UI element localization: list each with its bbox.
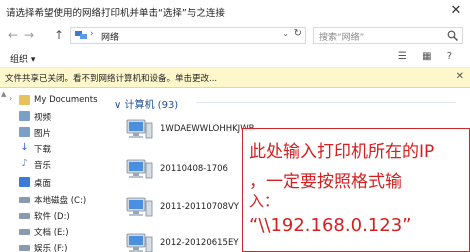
up-arrow-icon[interactable]: ↑ (52, 27, 66, 43)
expand-arrow-icon[interactable]: › (9, 94, 12, 103)
search-input[interactable]: 搜索“网络” (319, 30, 364, 43)
sidebar-item-desktop[interactable]: 桌面 (0, 174, 108, 190)
address-separator: › (90, 29, 94, 39)
sidebar-item-drive-f[interactable]: 娱乐 (F:) (0, 239, 108, 252)
sidebar-item-label: 娱乐 (F:) (34, 244, 68, 252)
navigation-bar: ← → ↑ › 网络 ⌄ ↻ 搜索“网络” (0, 24, 470, 46)
sidebar-item-label: 视频 (34, 113, 52, 123)
search-icon[interactable] (447, 30, 458, 41)
music-icon: ♪ (21, 158, 28, 169)
sidebar-item-my-documents[interactable]: › My Documents (0, 92, 108, 108)
sidebar-item-videos[interactable]: 视频 (0, 108, 108, 124)
pictures-folder-icon (19, 127, 30, 137)
file-sharing-infobar[interactable]: 文件共享已关闭。看不到网络计算机和设备。单击更改... ✕ (0, 68, 470, 88)
computer-name: 2011-20110708VY (160, 202, 239, 212)
video-folder-icon (19, 111, 30, 121)
computer-icon (126, 119, 153, 139)
computer-name: 20110408-1706 (160, 164, 228, 174)
annotation-ip-example: “\\192.168.0.123” (249, 215, 412, 236)
drive-icon (19, 245, 30, 251)
dialog-title: 请选择希望使用的网络打印机并单击“选择”与之连接 (6, 8, 225, 19)
computer-group-header[interactable]: ∨ 计算机 (93) (114, 96, 178, 111)
organize-menu-button[interactable]: 组织 ▾ (10, 52, 35, 65)
infobar-close-icon[interactable]: ✕ (456, 71, 464, 82)
address-text: 网络 (101, 33, 120, 43)
navigation-pane[interactable]: ▲ › My Documents 视频 图片 ↓ 下载 ♪ 音乐 桌面 本地磁盘… (0, 88, 108, 252)
annotation-line: 入： (249, 192, 280, 210)
desktop-icon (19, 177, 30, 187)
drive-icon (19, 229, 30, 235)
sidebar-item-drive-d[interactable]: 软件 (D:) (0, 207, 108, 223)
sidebar-item-label: My Documents (34, 95, 98, 105)
computer-icon (126, 233, 153, 252)
search-box[interactable]: 搜索“网络” (313, 27, 463, 44)
infobar-text[interactable]: 文件共享已关闭。看不到网络计算机和设备。单击更改... (5, 72, 217, 84)
network-icon (75, 31, 87, 39)
sidebar-item-label: 软件 (D:) (34, 212, 70, 222)
group-divider (196, 102, 456, 103)
annotation-line: 此处输入打印机所在的IP (249, 142, 435, 162)
sidebar-item-label: 下载 (34, 145, 52, 155)
command-bar: 组织 ▾ ☰ ▦ ? (0, 48, 470, 68)
sidebar-item-music[interactable]: ♪ 音乐 (0, 156, 108, 172)
close-button[interactable]: ✕ (448, 3, 464, 19)
sidebar-item-drive-e[interactable]: 文档 (E:) (0, 223, 108, 239)
sidebar-item-label: 本地磁盘 (C:) (34, 196, 87, 206)
chevron-down-icon[interactable]: ⌄ (282, 29, 289, 38)
drive-icon (19, 213, 30, 219)
sidebar-item-label: 文档 (E:) (34, 228, 69, 238)
view-options-icons[interactable]: ☰ ▦ ? (398, 51, 458, 62)
annotation-box: 此处输入打印机所在的IP ，一定要按照格式输 入： “\\192.168.0.1… (242, 128, 470, 252)
sidebar-item-label: 桌面 (34, 179, 52, 189)
back-arrow-icon[interactable]: ← (6, 27, 20, 43)
address-bar[interactable]: › 网络 ⌄ ↻ (70, 27, 306, 44)
annotation-line: ，一定要按照格式输 (249, 172, 402, 192)
computer-name: 1WDAEWWLOHHKJWB (160, 124, 255, 134)
sidebar-item-downloads[interactable]: ↓ 下载 (0, 140, 108, 156)
drive-icon (19, 197, 30, 203)
computer-icon (126, 159, 153, 179)
folder-icon (19, 95, 30, 105)
forward-arrow-icon[interactable]: → (22, 27, 36, 43)
sidebar-item-drive-c[interactable]: 本地磁盘 (C:) (0, 191, 108, 207)
download-icon: ↓ (20, 142, 29, 153)
refresh-icon[interactable]: ↻ (294, 28, 302, 39)
computer-icon (126, 197, 153, 217)
title-bar: 请选择希望使用的网络打印机并单击“选择”与之连接 ✕ (0, 0, 470, 24)
sidebar-item-label: 图片 (34, 129, 52, 139)
sidebar-item-label: 音乐 (34, 161, 52, 171)
computer-name: 2012-20120615EY (160, 238, 239, 248)
sidebar-item-pictures[interactable]: 图片 (0, 124, 108, 140)
